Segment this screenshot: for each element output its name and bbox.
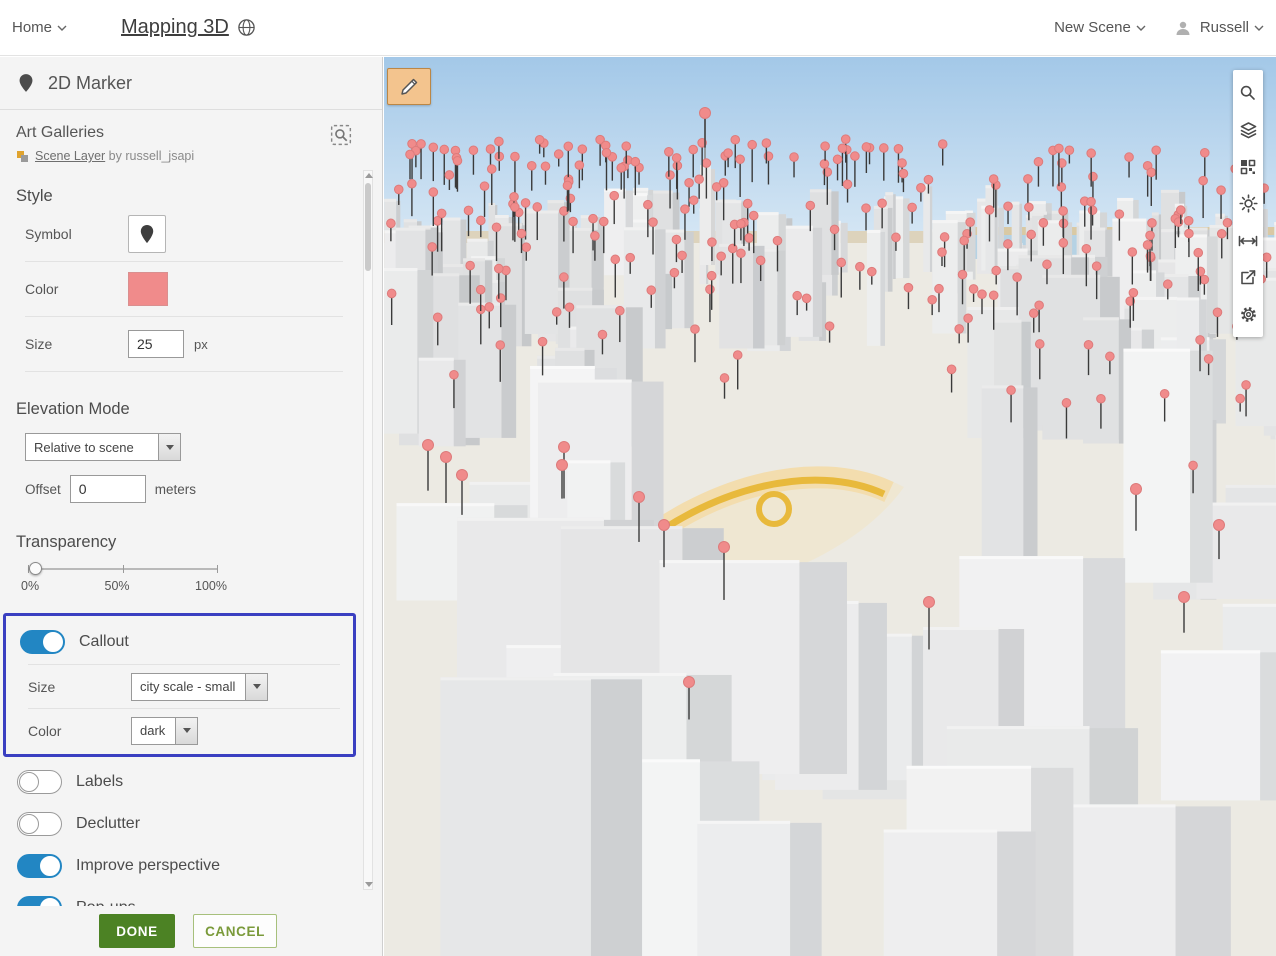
size-label: Size (25, 336, 53, 352)
labels-toggle-label: Labels (76, 773, 124, 790)
done-button[interactable]: DONE (99, 914, 175, 948)
declutter-toggle[interactable] (17, 812, 62, 836)
user-avatar-icon (1172, 17, 1194, 39)
layers-icon (1240, 121, 1256, 138)
elevation-mode-value: Relative to scene (34, 439, 134, 455)
offset-row: Offset meters (25, 475, 382, 503)
elevation-mode-dropdown[interactable]: Relative to scene (25, 433, 181, 461)
cancel-button[interactable]: CANCEL (193, 914, 277, 948)
basemap-grid-icon (1240, 159, 1256, 174)
slider-labels: 0% 50% 100% (21, 579, 227, 593)
layer-info: Art Galleries Scene Layer by russell_jsa… (0, 110, 382, 173)
tick-label-50: 50% (104, 579, 130, 593)
chevron-down-icon (1254, 25, 1264, 31)
callout-size-dropdown[interactable]: city scale - small (131, 672, 269, 701)
settings-button[interactable] (1233, 296, 1263, 333)
share-button[interactable] (1233, 259, 1263, 296)
symbol-label: Symbol (25, 225, 72, 242)
home-menu[interactable]: Home (12, 19, 67, 36)
callout-color-value: dark (140, 723, 166, 738)
chevron-down-icon (245, 673, 268, 700)
panel-scrollbar[interactable] (363, 170, 373, 890)
zoom-to-layer-button[interactable] (330, 124, 352, 149)
marker-pin-icon (19, 74, 33, 92)
panel-footer: DONE CANCEL (0, 906, 382, 956)
page-title[interactable]: Mapping 3D (121, 16, 229, 39)
color-picker-swatch[interactable] (128, 272, 168, 306)
callout-label: Callout (79, 633, 129, 650)
callout-color-label: Color (28, 722, 62, 739)
offset-unit: meters (154, 481, 197, 497)
chevron-down-icon (1136, 25, 1146, 31)
user-menu[interactable]: Russell (1200, 19, 1264, 36)
declutter-toggle-label: Declutter (76, 815, 141, 832)
callout-toggle[interactable] (20, 630, 65, 654)
elevation-heading: Elevation Mode (16, 400, 130, 418)
tick-label-100: 100% (195, 579, 227, 593)
new-scene-label: New Scene (1054, 19, 1131, 36)
improve-perspective-toggle[interactable] (17, 854, 62, 878)
callout-size-label: Size (28, 678, 56, 695)
marker-settings-panel: 2D Marker Art Galleries Scene Layer by r… (0, 57, 383, 956)
chevron-down-icon (57, 25, 67, 31)
pin-symbol-icon (140, 224, 154, 243)
transparency-slider[interactable] (28, 562, 218, 575)
search-button[interactable] (1233, 74, 1263, 111)
scene-globe-icon (238, 19, 255, 36)
measure-button[interactable] (1233, 222, 1263, 259)
scene-layer-icon (17, 150, 28, 162)
improve-perspective-toggle-label: Improve perspective (76, 857, 221, 874)
offset-label: Offset (25, 481, 61, 497)
callout-size-value: city scale - small (140, 679, 236, 694)
user-label: Russell (1199, 19, 1249, 36)
callout-color-row: Color dark (28, 708, 340, 752)
measure-arrows-icon (1238, 235, 1258, 246)
tick-label-0: 0% (21, 579, 40, 593)
size-row: Size px (25, 316, 343, 371)
new-scene-menu[interactable]: New Scene (1054, 19, 1146, 36)
scroll-down-arrow-icon[interactable] (365, 882, 373, 887)
home-label: Home (12, 19, 53, 36)
labels-toggle[interactable] (17, 770, 62, 794)
scrollbar-thumb[interactable] (365, 183, 371, 271)
gear-icon (1240, 307, 1256, 322)
3d-scene-canvas[interactable] (384, 57, 1276, 956)
offset-input[interactable] (69, 475, 146, 503)
layer-byline: by russell_jsapi (108, 149, 195, 163)
improve-perspective-toggle-row: Improve perspective (0, 845, 382, 887)
pencil-icon (401, 78, 418, 95)
color-label: Color (25, 281, 59, 297)
app-header: Home Mapping 3D New Scene Russell (0, 0, 1276, 56)
color-row: Color (25, 261, 343, 316)
scroll-up-arrow-icon[interactable] (365, 173, 373, 178)
chevron-down-icon (175, 717, 198, 744)
chevron-down-icon (158, 434, 180, 460)
style-heading: Style (16, 187, 53, 205)
scene-view[interactable] (384, 57, 1276, 956)
sun-icon (1238, 194, 1258, 213)
panel-title: 2D Marker (48, 72, 133, 93)
size-input[interactable] (128, 330, 184, 358)
share-icon (1241, 269, 1256, 284)
declutter-toggle-row: Declutter (0, 803, 382, 845)
daylight-button[interactable] (1233, 185, 1263, 222)
size-unit: px (194, 336, 208, 352)
transparency-heading: Transparency (16, 533, 117, 551)
layer-name: Art Galleries (16, 124, 105, 141)
panel-header: 2D Marker (0, 57, 382, 110)
basemap-button[interactable] (1233, 148, 1263, 185)
slider-track[interactable] (28, 562, 218, 575)
search-icon (1240, 85, 1255, 100)
callout-highlight-group: Callout Size city scale - small Color da… (3, 613, 356, 757)
labels-toggle-row: Labels (0, 761, 382, 803)
symbol-picker-button[interactable] (128, 214, 166, 253)
scene-toolbar (1233, 70, 1263, 337)
layers-button[interactable] (1233, 111, 1263, 148)
sketch-edit-button[interactable] (387, 68, 431, 105)
callout-size-row: Size city scale - small (28, 664, 340, 708)
scene-layer-link[interactable]: Scene Layer (35, 149, 105, 163)
callout-color-dropdown[interactable]: dark (131, 716, 199, 745)
symbol-row: Symbol (25, 206, 343, 261)
slider-handle[interactable] (29, 562, 42, 575)
